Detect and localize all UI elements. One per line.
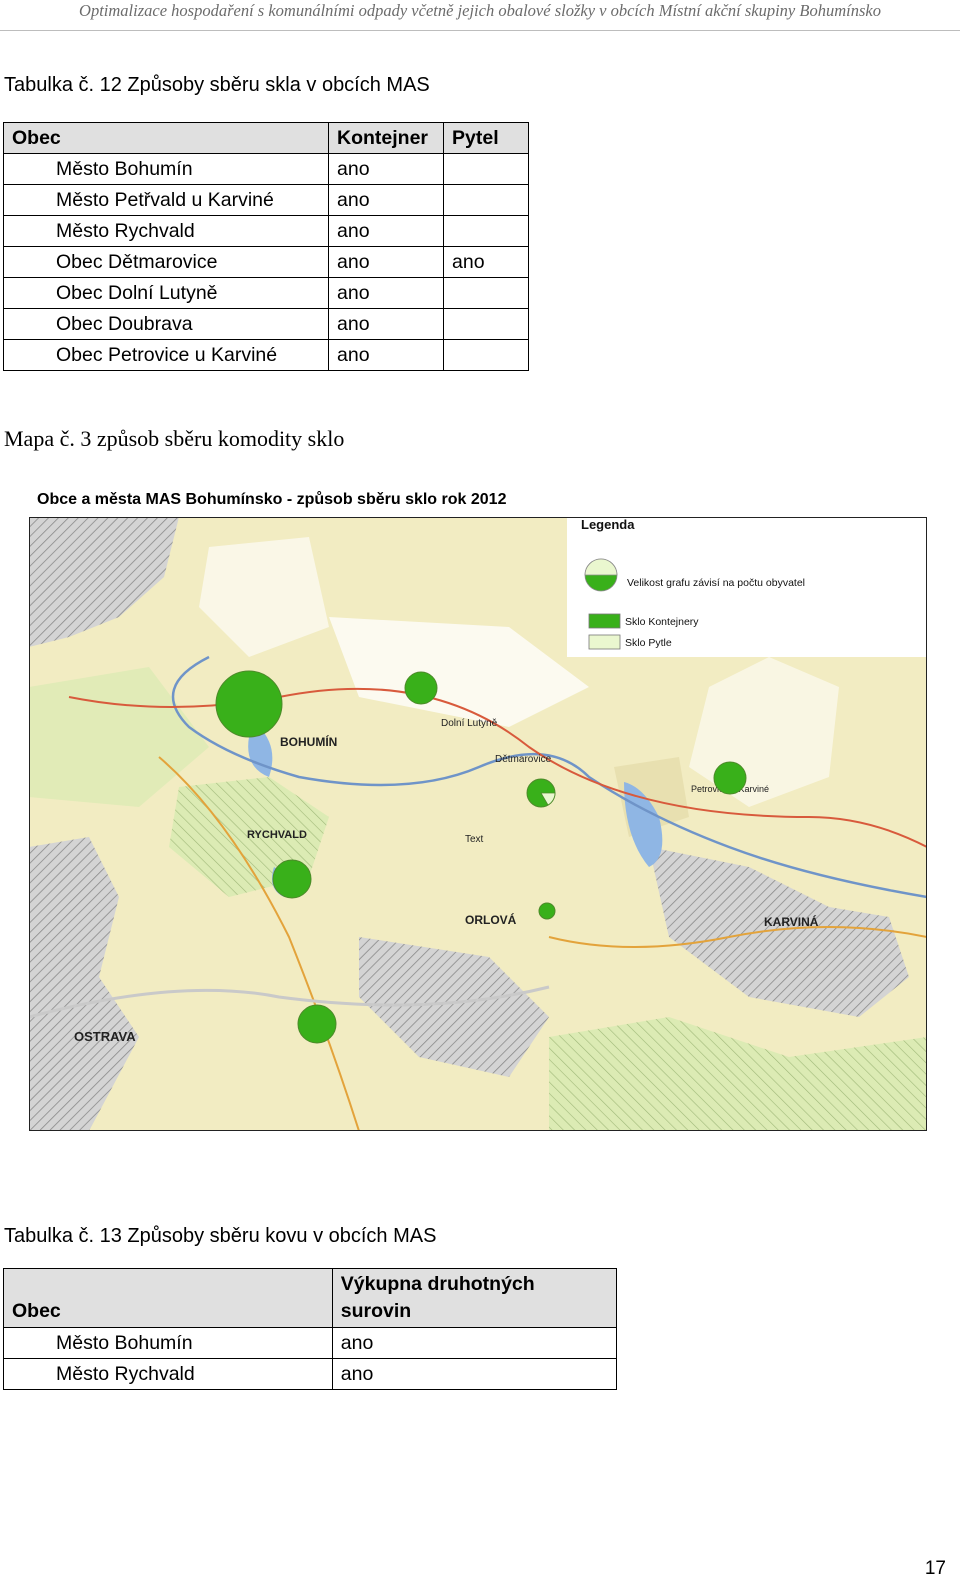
column-header-pytel: Pytel: [443, 122, 529, 154]
map-label-text: Text: [465, 834, 484, 845]
table-13-caption: Tabulka č. 13 Způsoby sběru kovu v obcíc…: [4, 1225, 437, 1247]
container-cell: ano: [328, 215, 444, 247]
legend-label-bag: Sklo Pytle: [625, 637, 672, 649]
column-header-vykupna: Výkupna druhotných surovin: [331, 1268, 618, 1328]
legend-title: Legenda: [581, 517, 635, 532]
municipality-cell: Obec Petrovice u Karviné: [3, 339, 329, 371]
column-header-obec: Obec: [3, 122, 329, 154]
municipality-cell: Město Bohumín: [3, 1327, 333, 1359]
legend-label-container: Sklo Kontejnery: [625, 616, 699, 628]
bag-cell: [443, 215, 529, 247]
municipality-cell: Obec Dolní Lutyně: [3, 277, 329, 309]
table-header-row: Obec Kontejner Pytel: [3, 122, 529, 154]
municipality-cell: Město Bohumín: [3, 153, 329, 185]
table-row: Obec Dětmarovice ano ano: [3, 246, 529, 278]
table-row: Město Bohumín ano: [3, 153, 529, 185]
municipality-cell: Město Petřvald u Karviné: [3, 184, 329, 216]
table-header-row: Obec Výkupna druhotných surovin: [3, 1268, 618, 1328]
table-row: Obec Dolní Lutyně ano: [3, 277, 529, 309]
map-label-dolni-lutyne: Dolní Lutyně: [441, 718, 498, 729]
container-cell: ano: [328, 339, 444, 371]
municipality-cell: Město Rychvald: [3, 215, 329, 247]
municipality-cell: Obec Dětmarovice: [3, 246, 329, 278]
map-label-bohumin: BOHUMÍN: [280, 734, 337, 749]
page-number: 17: [924, 1558, 946, 1579]
map-title: Obce a města MAS Bohumínsko - způsob sbě…: [37, 491, 507, 508]
glass-collection-table: Obec Kontejner Pytel Město Bohumín ano M…: [3, 122, 529, 371]
bag-cell: [443, 153, 529, 185]
symbol-rychvald: [272, 859, 312, 899]
municipality-cell: Obec Doubrava: [3, 308, 329, 340]
municipality-cell: Město Rychvald: [3, 1358, 333, 1390]
header-rule: [0, 30, 960, 31]
running-header: Optimalizace hospodaření s komunálními o…: [79, 1, 881, 20]
container-cell: ano: [328, 246, 444, 278]
bag-cell: [443, 339, 529, 371]
bag-cell: [443, 184, 529, 216]
legend-size-note: Velikost grafu závisí na počtu obyvatel: [627, 577, 805, 589]
container-cell: ano: [328, 308, 444, 340]
map-label-karvina: KARVINÁ: [764, 914, 819, 929]
legend-box: Legenda Velikost grafu závisí na počtu o…: [567, 517, 927, 657]
symbol-dolni-lutyne: [404, 671, 438, 705]
symbol-doubrava: [538, 902, 556, 920]
container-cell: ano: [328, 184, 444, 216]
legend-swatch-bag: [588, 634, 621, 650]
column-header-kontejner: Kontejner: [328, 122, 444, 154]
bag-cell: [443, 277, 529, 309]
table-row: Město Rychvald ano: [3, 1358, 618, 1390]
symbol-petrvald: [297, 1004, 337, 1044]
glass-collection-map: BOHUMÍN RYCHVALD Dolní Lutyně Dětmarovic…: [29, 517, 927, 1131]
symbol-petrovice: [713, 761, 747, 795]
table-row: Město Petřvald u Karviné ano: [3, 184, 529, 216]
table-row: Obec Petrovice u Karviné ano: [3, 339, 529, 371]
metal-collection-table: Obec Výkupna druhotných surovin Město Bo…: [3, 1268, 618, 1390]
table-row: Obec Doubrava ano: [3, 308, 529, 340]
buyback-cell: ano: [331, 1358, 618, 1390]
map-label-detmarovice: Dětmarovice: [495, 754, 552, 765]
table-12-caption: Tabulka č. 12 Způsoby sběru skla v obcíc…: [4, 74, 430, 96]
table-row: Město Bohumín ano: [3, 1327, 618, 1359]
map-caption: Mapa č. 3 způsob sběru komodity sklo: [4, 426, 345, 451]
column-header-obec: Obec: [3, 1268, 333, 1328]
map-label-orlova: ORLOVÁ: [465, 912, 517, 927]
bag-cell: [443, 308, 529, 340]
symbol-bohumin: [215, 670, 283, 738]
container-cell: ano: [328, 277, 444, 309]
bag-cell: ano: [443, 246, 529, 278]
container-cell: ano: [328, 153, 444, 185]
map-label-rychvald: RYCHVALD: [247, 829, 307, 841]
buyback-cell: ano: [331, 1327, 618, 1359]
table-row: Město Rychvald ano: [3, 215, 529, 247]
legend-swatch-container: [588, 613, 621, 629]
map-label-ostrava: OSTRAVA: [74, 1029, 136, 1044]
